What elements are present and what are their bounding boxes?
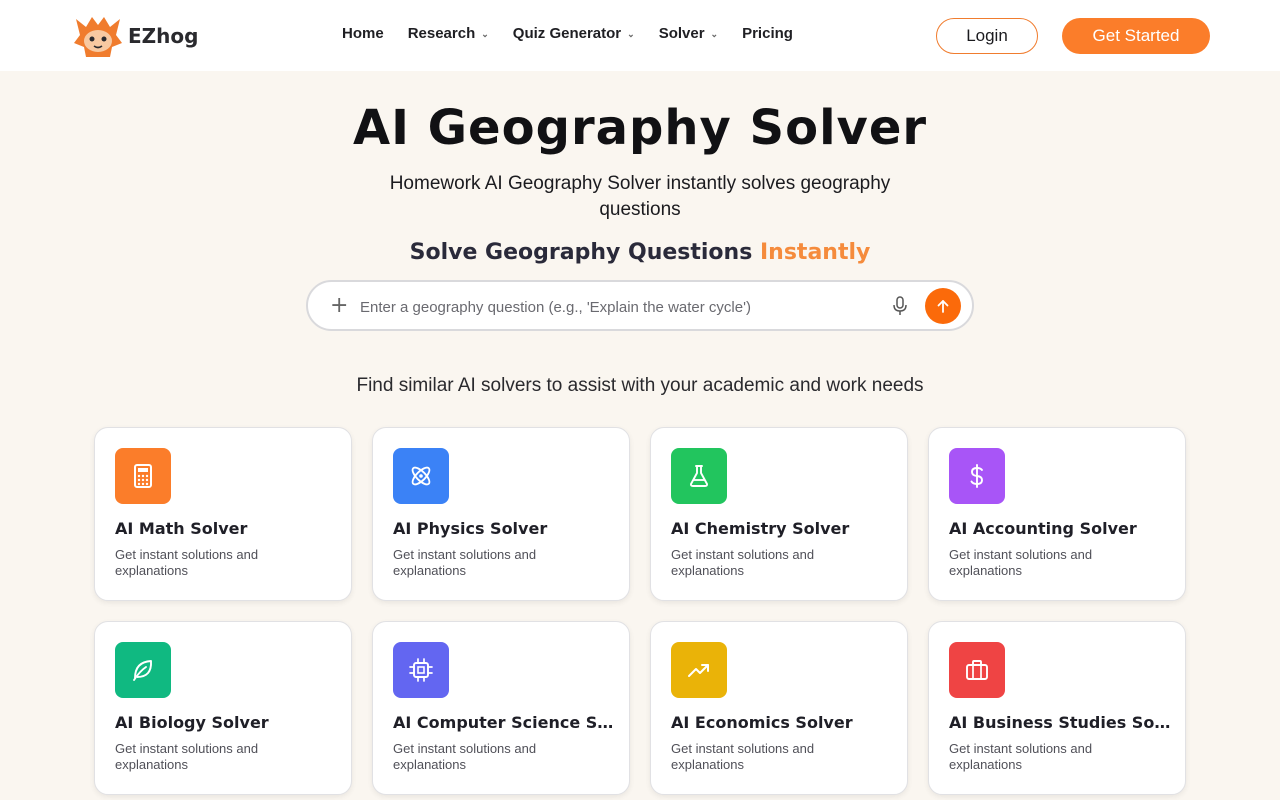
page-subtitle: Homework AI Geography Solver instantly s… <box>389 173 891 220</box>
chevron-down-icon: ⌄ <box>627 29 635 39</box>
solver-card-physics[interactable]: AI Physics Solver Get instant solutions … <box>372 427 630 601</box>
solver-card-biology[interactable]: AI Biology Solver Get instant solutions … <box>94 621 352 795</box>
page-title: AI Geography Solver <box>352 100 928 156</box>
briefcase-icon <box>949 642 1005 698</box>
leaf-icon <box>115 642 171 698</box>
hedgehog-logo-icon <box>74 17 122 57</box>
tagline: Solve Geography Questions Instantly <box>0 240 1280 265</box>
solver-card-title: AI Math Solver <box>115 519 248 538</box>
solver-card-math[interactable]: AI Math Solver Get instant solutions and… <box>94 427 352 601</box>
flask-icon <box>671 448 727 504</box>
nav-research-label: Research <box>407 25 476 42</box>
solver-card-title: AI Biology Solver <box>115 713 269 732</box>
similar-solvers-heading: Find similar AI solvers to assist with y… <box>356 375 924 396</box>
solver-card-description: Get instant solutions and explanations <box>115 741 259 772</box>
nav-quiz-generator-label: Quiz Generator <box>512 25 622 42</box>
chevron-down-icon: ⌄ <box>481 29 489 39</box>
question-search-bar: + <box>306 280 974 331</box>
get-started-button[interactable]: Get Started <box>1062 18 1210 54</box>
solver-card-title: AI Economics Solver <box>671 713 853 732</box>
tagline-accent: Instantly <box>759 240 871 265</box>
nav-home[interactable]: Home <box>342 25 384 42</box>
nav-solver-label: Solver <box>658 25 705 42</box>
solver-card-title: AI Business Studies Solver <box>949 713 1175 732</box>
atom-icon <box>393 448 449 504</box>
solver-card-computer-science[interactable]: AI Computer Science Sol... Get instant s… <box>372 621 630 795</box>
solver-card-title: AI Computer Science Sol... <box>393 713 619 732</box>
brand-logo[interactable]: EZhog <box>72 12 198 60</box>
solver-card-business-studies[interactable]: AI Business Studies Solver Get instant s… <box>928 621 1186 795</box>
solver-card-title: AI Physics Solver <box>393 519 548 538</box>
solver-card-description: Get instant solutions and explanations <box>115 547 259 578</box>
chevron-down-icon: ⌄ <box>710 29 719 39</box>
calculator-icon <box>115 448 171 504</box>
chip-icon <box>393 642 449 698</box>
solver-card-chemistry[interactable]: AI Chemistry Solver Get instant solution… <box>650 427 908 601</box>
trending-up-icon <box>671 642 727 698</box>
main-menu: Home Research ⌄ Quiz Generator ⌄ Solver … <box>342 25 817 42</box>
question-input[interactable] <box>360 295 880 319</box>
solver-card-description: Get instant solutions and explanations <box>671 547 815 578</box>
add-attachment-icon[interactable]: + <box>330 293 348 318</box>
solver-card-description: Get instant solutions and explanations <box>393 741 537 772</box>
solver-card-description: Get instant solutions and explanations <box>949 547 1093 578</box>
nav-solver[interactable]: Solver ⌄ <box>659 25 718 42</box>
nav-quiz-generator[interactable]: Quiz Generator ⌄ <box>513 25 635 42</box>
arrow-up-icon <box>937 300 949 313</box>
dollar-icon <box>949 448 1005 504</box>
solver-card-title: AI Accounting Solver <box>949 519 1137 538</box>
nav-pricing[interactable]: Pricing <box>742 25 793 42</box>
solver-card-economics[interactable]: AI Economics Solver Get instant solution… <box>650 621 908 795</box>
nav-research[interactable]: Research ⌄ <box>408 25 489 42</box>
login-button[interactable]: Login <box>936 18 1038 54</box>
solver-card-accounting[interactable]: AI Accounting Solver Get instant solutio… <box>928 427 1186 601</box>
microphone-icon[interactable] <box>891 296 909 316</box>
solver-card-title: AI Chemistry Solver <box>671 519 850 538</box>
solver-card-description: Get instant solutions and explanations <box>393 547 537 578</box>
nav-pricing-label: Pricing <box>742 25 793 42</box>
tagline-main: Solve Geography Questions <box>409 240 753 265</box>
solver-card-description: Get instant solutions and explanations <box>949 741 1093 772</box>
brand-name: EZhog <box>128 24 199 48</box>
submit-question-button[interactable] <box>925 288 961 324</box>
top-navbar: EZhog Home Research ⌄ Quiz Generator ⌄ S… <box>0 0 1280 71</box>
nav-home-label: Home <box>342 25 384 42</box>
solver-card-description: Get instant solutions and explanations <box>671 741 815 772</box>
